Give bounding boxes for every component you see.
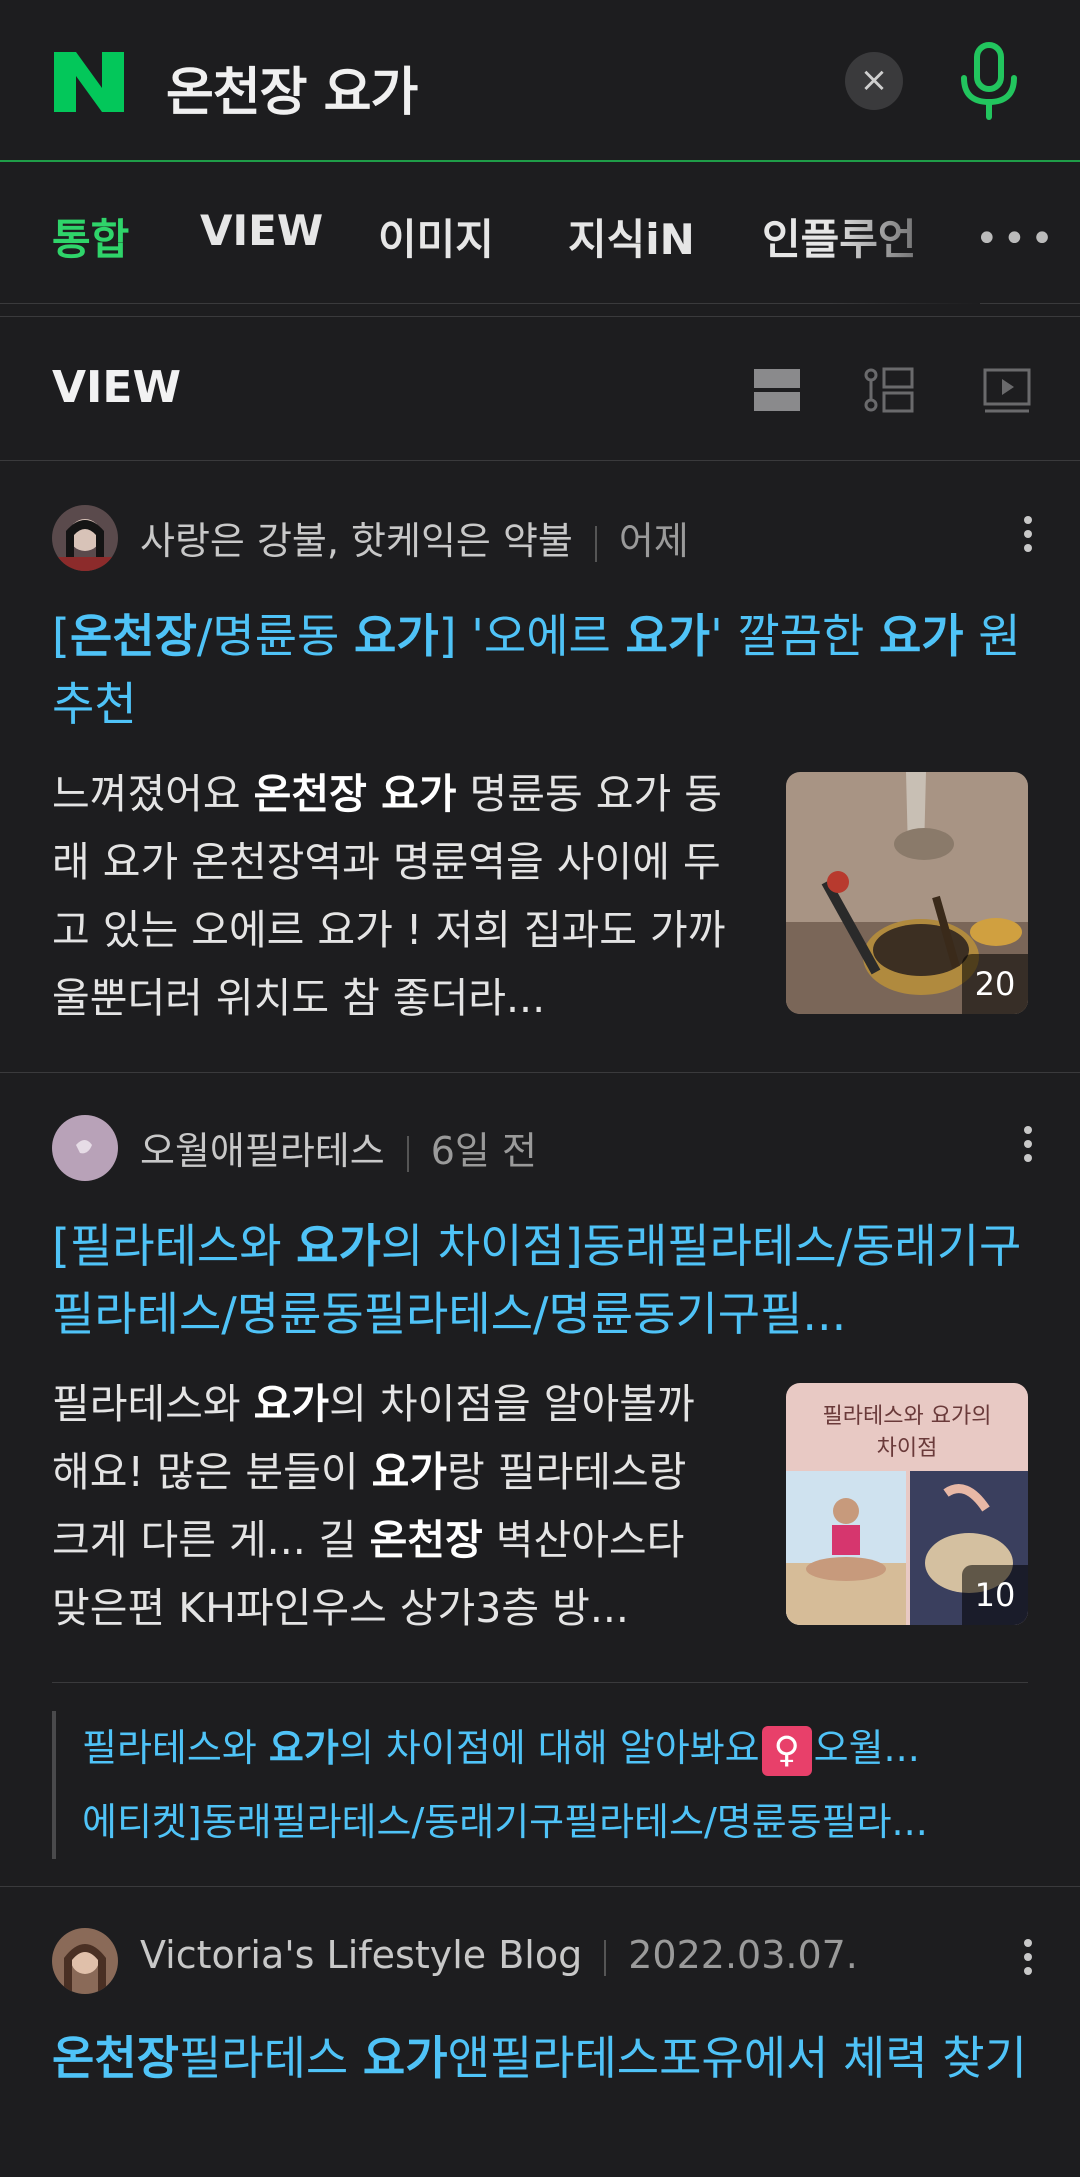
post-thumbnail[interactable]: 필라테스와 요가의 차이점 10 [786, 1383, 1028, 1625]
post-snippet[interactable]: 필라테스와 요가의 차이점을 알아볼까해요! 많은 분들이 요가랑 필라테스랑 … [52, 1370, 732, 1642]
divider [406, 1135, 409, 1172]
more-tabs-icon[interactable]: ••• [975, 216, 1058, 262]
post-thumbnail[interactable]: 20 [786, 772, 1028, 1014]
tab-view[interactable]: VIEW [200, 206, 323, 255]
related-post-link[interactable]: 에티켓]동래필라테스/동래기구필라테스/명륜동필라... [82, 1785, 1028, 1859]
search-query[interactable]: 온천장 요가 [166, 50, 418, 125]
author-name[interactable]: Victoria's Lifestyle Blog [140, 1933, 582, 1977]
more-options-icon[interactable] [1018, 1122, 1038, 1172]
tab-knowledge-in[interactable]: 지식iN [568, 206, 695, 267]
tab-images[interactable]: 이미지 [378, 206, 494, 267]
divider [594, 525, 597, 562]
author-name[interactable]: 오월애필라테스 [140, 1129, 385, 1173]
clear-search-button[interactable]: × [845, 52, 903, 110]
author-avatar[interactable] [52, 1115, 118, 1181]
search-tabs: 통합 VIEW 이미지 지식iN 인플루언 ••• [0, 164, 1080, 304]
post-title[interactable]: 온천장필라테스 요가앤필라테스포유에서 체력 찾기 [52, 2024, 1032, 2092]
post-snippet[interactable]: 느껴졌어요 온천장 요가 명륜동 요가 동래 요가 온천장역과 명륜역을 사이에… [52, 760, 732, 1032]
author-name[interactable]: 사랑은 강불, 핫케익은 약불 [140, 519, 573, 563]
list-view-icon[interactable] [752, 365, 802, 415]
divider [0, 316, 1080, 317]
author-avatar[interactable] [52, 1928, 118, 1994]
search-header: 온천장 요가 × [0, 0, 1080, 162]
image-count-badge: 20 [962, 954, 1028, 1014]
post-date: 어제 [618, 519, 689, 563]
post-date: 2022.03.07. [628, 1933, 858, 1977]
section-title: VIEW [52, 362, 182, 413]
post-date: 6일 전 [430, 1129, 537, 1173]
divider [0, 460, 1080, 461]
divider [604, 1939, 607, 1976]
more-options-icon[interactable] [1018, 512, 1038, 562]
more-options-icon[interactable] [1018, 1935, 1038, 1985]
divider [0, 1072, 1080, 1073]
compact-view-icon[interactable] [864, 365, 914, 415]
post-title[interactable]: [필라테스와 요가의 차이점]동래필라테스/동래기구필라테스/명륜동필라테스/명… [52, 1212, 1032, 1348]
tab-fade [830, 164, 980, 304]
video-view-icon[interactable] [982, 365, 1032, 415]
post-title[interactable]: [온천장/명륜동 요가] '오에르 요가' 깔끔한 요가 원 추천 [52, 602, 1032, 738]
naver-logo[interactable] [52, 50, 126, 114]
female-sign-icon: ♀ [761, 1725, 812, 1776]
divider [52, 1682, 1028, 1683]
divider [0, 1886, 1080, 1887]
related-post-link[interactable]: 필라테스와 요가의 차이점에 대해 알아봐요 ♀ 오월... [82, 1711, 1028, 1785]
tab-integrated[interactable]: 통합 [52, 206, 129, 267]
thumbnail-caption: 필라테스와 요가의 차이점 [822, 1404, 992, 1461]
author-avatar[interactable] [52, 505, 118, 571]
image-count-badge: 10 [962, 1565, 1028, 1625]
related-posts: 필라테스와 요가의 차이점에 대해 알아봐요 ♀ 오월... 에티켓]동래필라테스/… [52, 1711, 1028, 1859]
microphone-icon[interactable] [956, 42, 1022, 120]
